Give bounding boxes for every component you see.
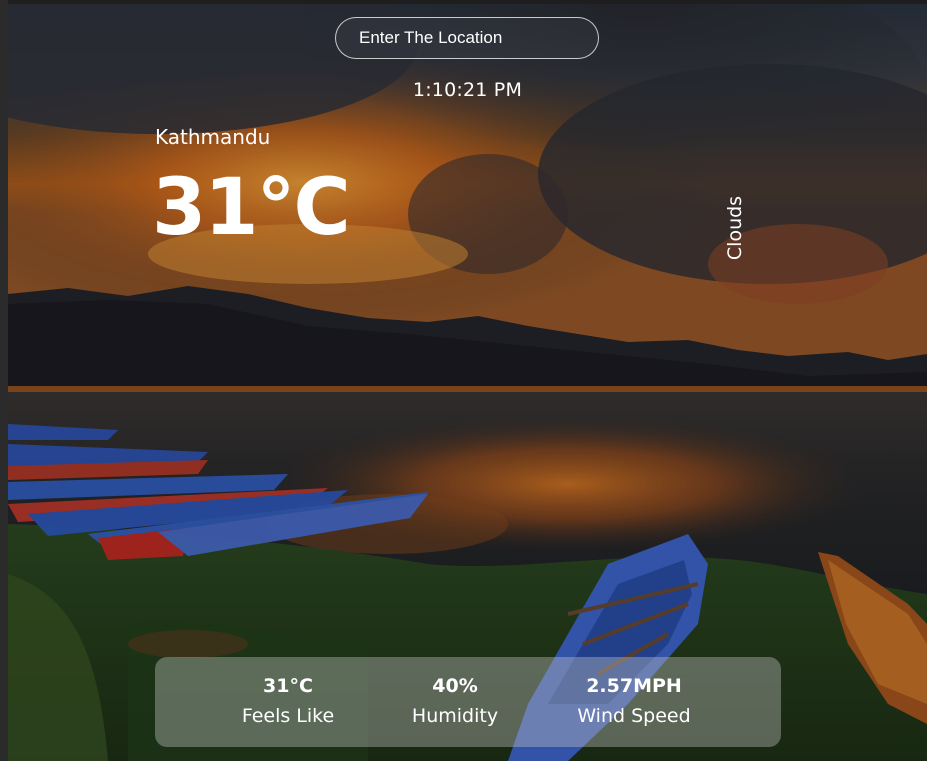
feels-like-stat: 31°C Feels Like [213, 657, 363, 747]
background-photo [8, 4, 927, 761]
humidity-stat: 40% Humidity [393, 657, 517, 747]
location-search-input[interactable] [335, 17, 599, 59]
temperature-display: 31°C [152, 163, 351, 253]
weather-condition: Clouds [724, 195, 746, 261]
city-name: Kathmandu [155, 125, 271, 149]
weather-app: 1:10:21 PM Kathmandu 31°C Clouds 31°C Fe… [0, 0, 927, 761]
humidity-label: Humidity [411, 705, 499, 727]
humidity-value: 40% [432, 675, 478, 697]
current-time: 1:10:21 PM [412, 79, 523, 101]
feels-like-value: 31°C [263, 675, 313, 697]
wind-speed-label: Wind Speed [577, 705, 691, 727]
feels-like-label: Feels Like [241, 705, 335, 727]
window-left-border [0, 0, 8, 761]
lake-sunset-photo [8, 4, 927, 761]
weather-details-panel: 31°C Feels Like 40% Humidity 2.57MPH Win… [155, 657, 781, 747]
wind-speed-value: 2.57MPH [586, 675, 682, 697]
wind-speed-stat: 2.57MPH Wind Speed [555, 657, 713, 747]
